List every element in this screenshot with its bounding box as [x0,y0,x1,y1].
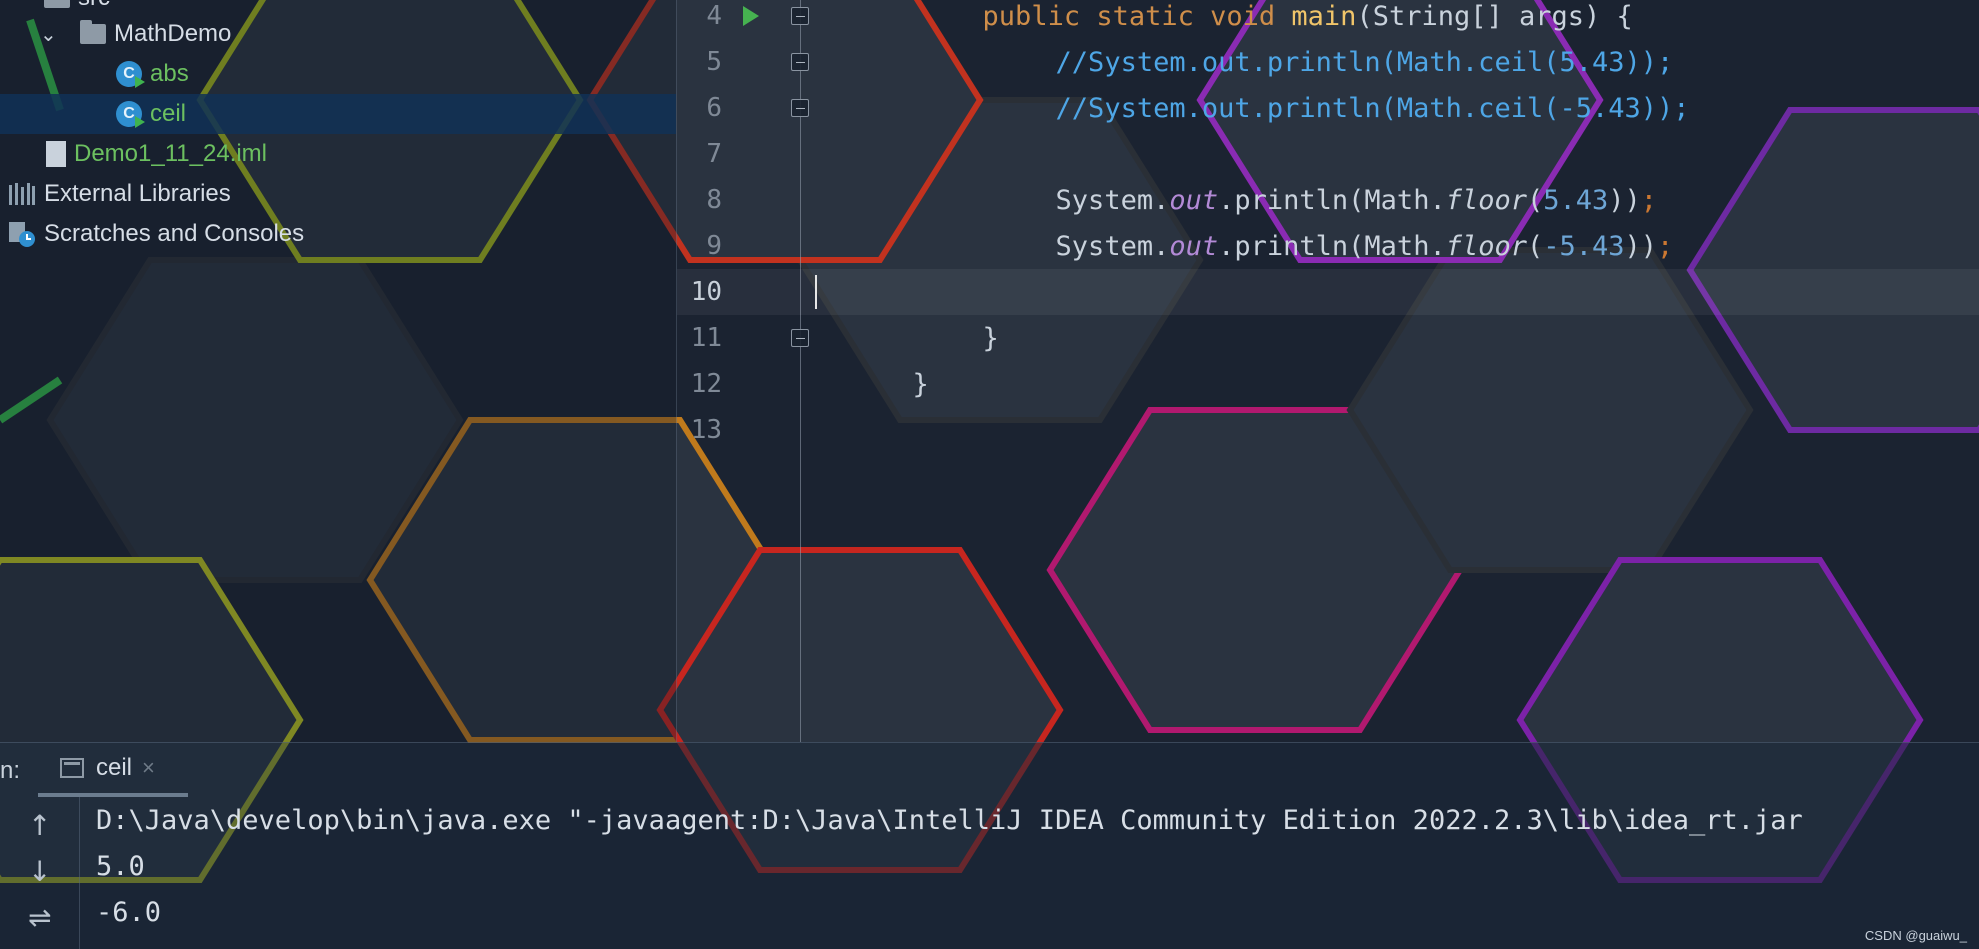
file-icon [46,141,66,167]
console-line: 5.0 [96,850,145,882]
folder-icon [44,0,70,8]
tree-item-scratches[interactable]: Scratches and Consoles [0,214,676,254]
close-icon[interactable]: × [142,755,155,781]
console-line: -6.0 [96,896,162,928]
chevron-down-icon[interactable]: ⌄ [40,22,60,47]
tab-label: ceil [96,754,133,781]
code-line-10[interactable]: 10 [677,269,1979,315]
java-class-icon: C [116,101,145,128]
tree-item-label: abs [150,60,189,87]
tree-item-label: ceil [150,100,187,127]
line-number: 12 [690,369,722,399]
line-number: 10 [690,277,722,307]
watermark: CSDN @guaiwu_ [1864,928,1967,943]
fold-icon[interactable] [791,329,809,347]
soft-wrap-icon[interactable]: ⇌ [28,901,51,934]
line-number: 4 [706,1,722,31]
line-number: 5 [706,47,722,77]
line-number: 8 [706,185,722,215]
tree-item-label: Demo1_11_24.iml [74,140,267,167]
up-arrow-icon[interactable]: ↑ [28,809,51,842]
scratches-icon [8,220,36,248]
tree-item-label: MathDemo [114,20,232,47]
package-icon [80,20,106,44]
run-tool-window: n: ceil × ↑ ↓ ⇌ D:\Java\develop\bin\java… [0,742,1979,949]
code-line-6[interactable]: 6 //System.out.println(Math.ceil(-5.43))… [677,85,1979,131]
tree-item-abs[interactable]: C abs [0,54,676,94]
tab-ceil[interactable]: ceil × [38,743,188,797]
console-toolbar: ↑ ↓ ⇌ [0,797,80,949]
tree-item-external-libraries[interactable]: External Libraries [0,174,676,214]
line-number: 6 [706,93,722,123]
text-caret [815,275,817,309]
line-number: 9 [706,231,722,261]
run-label: n: [0,757,21,784]
tree-item-mathdemo[interactable]: ⌄ MathDemo [0,14,676,54]
fold-icon[interactable] [791,53,809,71]
line-number: 13 [690,415,722,445]
code-line-12[interactable]: 12 } [677,361,1979,407]
fold-icon[interactable] [791,7,809,25]
down-arrow-icon[interactable]: ↓ [28,855,51,888]
tree-item-iml[interactable]: Demo1_11_24.iml [0,134,676,174]
tree-item-ceil[interactable]: C ceil [0,94,676,134]
tree-item-label: External Libraries [44,180,231,207]
line-number: 7 [706,139,722,169]
console-output[interactable]: D:\Java\develop\bin\java.exe "-javaagent… [96,797,1979,935]
console-line: D:\Java\develop\bin\java.exe "-javaagent… [96,804,1803,836]
project-tool-window: src ⌄ MathDemo C abs C ceil Demo1_11_24.… [0,0,676,742]
run-gutter-icon[interactable] [743,6,759,26]
code-line-13[interactable]: 13 [677,407,1979,453]
console-icon [60,758,84,778]
libraries-icon [8,181,36,207]
tree-item-label: Scratches and Consoles [44,220,305,247]
tree-item-label: src [78,0,110,12]
fold-icon[interactable] [791,99,809,117]
code-line-9[interactable]: 9 System.out.println(Math.floor(-5.43)); [677,223,1979,269]
code-editor[interactable]: 4 public static void main(String[] args)… [676,0,1979,742]
line-number: 11 [690,323,722,353]
java-class-icon: C [116,61,145,88]
run-header: n: ceil × [0,743,1979,797]
